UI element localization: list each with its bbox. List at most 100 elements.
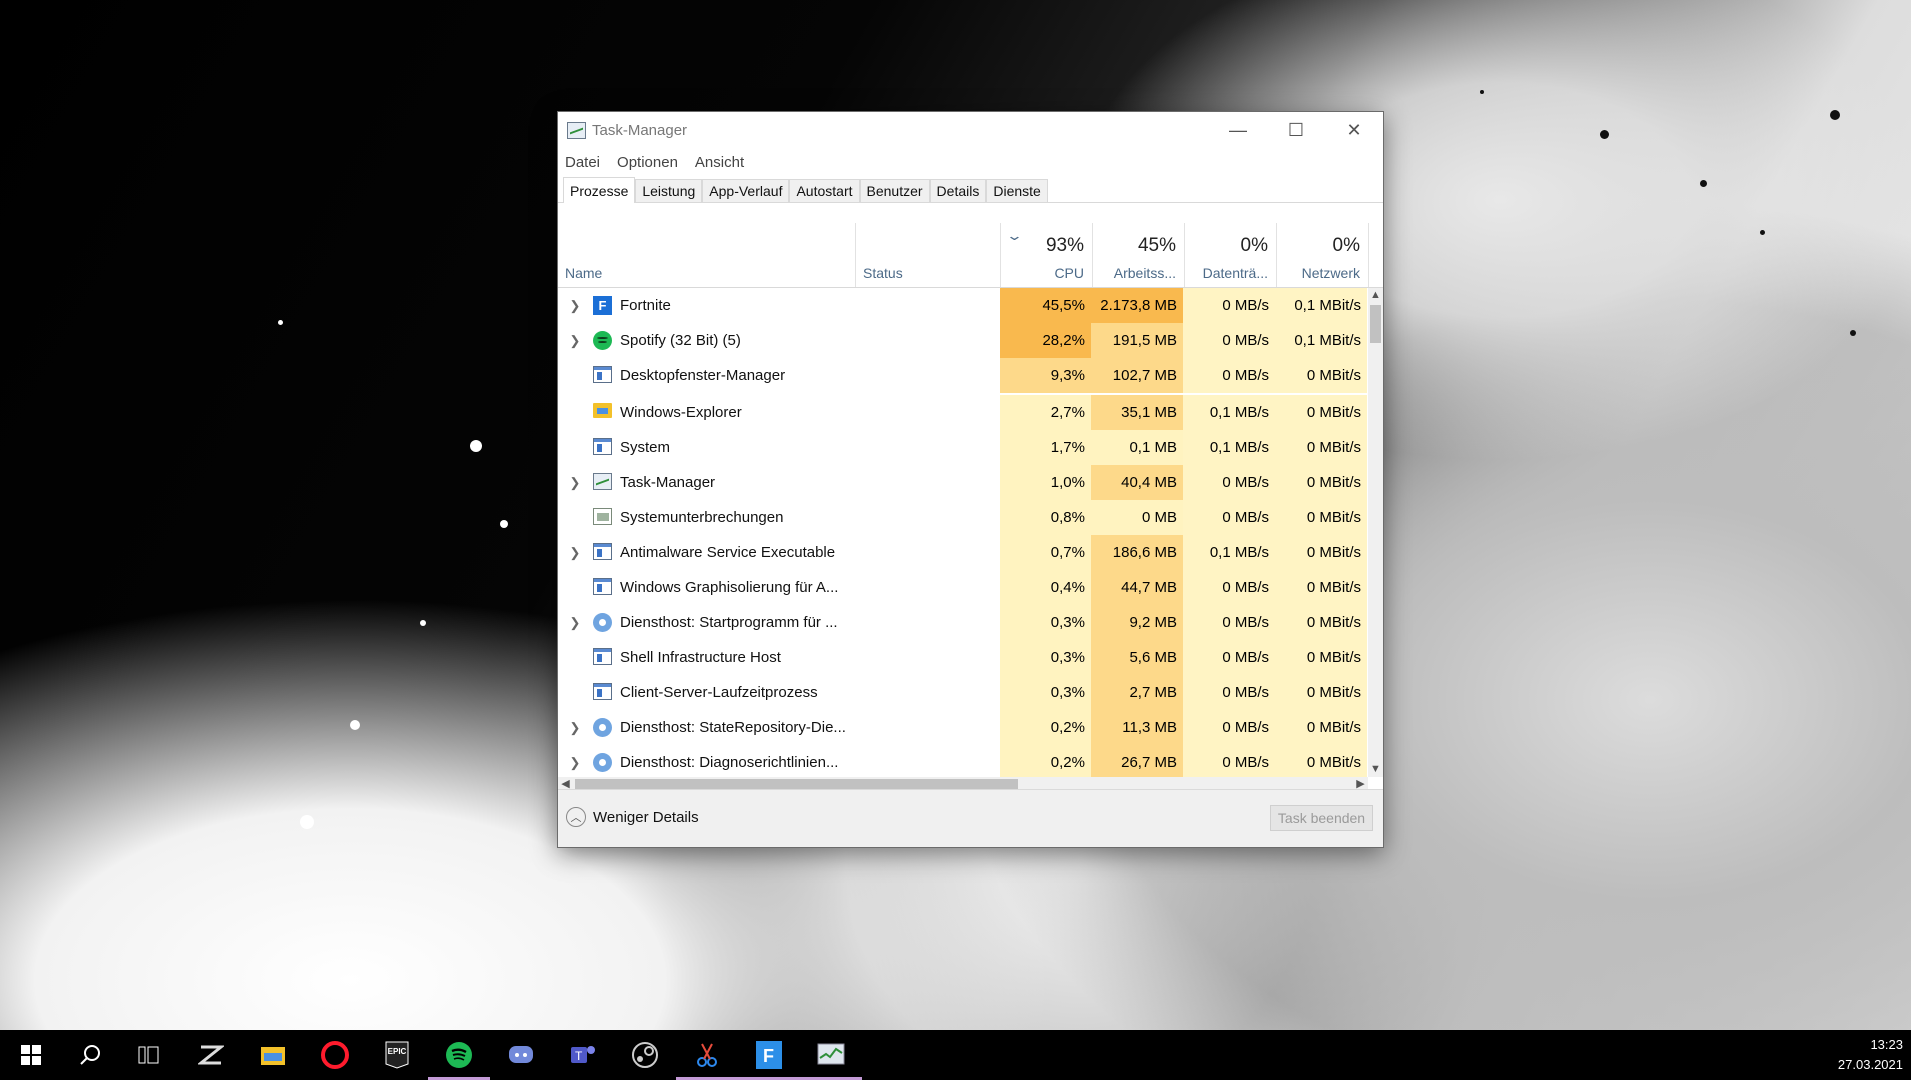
menu-datei[interactable]: Datei [565, 154, 600, 171]
search-icon[interactable] [59, 1030, 121, 1080]
discord-icon[interactable] [490, 1030, 552, 1080]
file-explorer-icon[interactable] [242, 1030, 304, 1080]
disk-value: 0 MB/s [1183, 640, 1275, 675]
row-spacer [558, 675, 592, 710]
row-spacer [558, 358, 592, 393]
column-network-label: Netzwerk [1301, 265, 1360, 281]
column-header-name[interactable]: Name [558, 223, 855, 287]
table-row[interactable]: ❯ Diensthost: StateRepository-Die... 0,2% 1… [558, 710, 1368, 745]
scroll-up-icon[interactable]: ▲ [1368, 288, 1383, 303]
memory-value: 186,6 MB [1091, 535, 1183, 570]
table-row[interactable]: ❯ F Fortnite 45,5% 2.173,8 MB 0 MB/s 0,1 MBit/… [558, 288, 1368, 323]
disk-value: 0 MB/s [1183, 605, 1275, 640]
task-view-icon[interactable] [118, 1030, 180, 1080]
opera-icon[interactable] [304, 1030, 366, 1080]
table-row[interactable]: ❯ Task-Manager 1,0% 40,4 MB 0 MB/s 0 MBit/s [558, 465, 1368, 500]
memory-value: 2,7 MB [1091, 675, 1183, 710]
process-table: Name Status ⌄ 93% CPU 45% Arbeitss... 0%… [558, 223, 1383, 777]
minimize-button[interactable]: — [1209, 112, 1267, 148]
table-row[interactable]: Shell Infrastructure Host 0,3% 5,6 MB 0 MB/… [558, 640, 1368, 675]
title-bar[interactable]: Task-Manager — ☐ ✕ [558, 112, 1383, 148]
memory-value: 40,4 MB [1091, 465, 1183, 500]
close-button[interactable]: ✕ [1325, 112, 1383, 148]
menu-optionen[interactable]: Optionen [617, 154, 678, 171]
vertical-scroll-thumb[interactable] [1370, 305, 1381, 343]
column-header-status[interactable]: Status [856, 223, 1000, 287]
steam-icon[interactable] [614, 1030, 676, 1080]
task-manager-taskbar-icon[interactable] [800, 1030, 862, 1080]
end-task-button[interactable]: Task beenden [1270, 805, 1373, 831]
system-clock[interactable]: 13:23 27.03.2021 [1838, 1035, 1903, 1075]
column-header-cpu[interactable]: ⌄ 93% CPU [1001, 223, 1092, 287]
less-details-button[interactable]: ︿ Weniger Details [566, 807, 699, 827]
expand-chevron-icon[interactable]: ❯ [558, 745, 592, 777]
epic-games-icon[interactable]: EPIC [366, 1030, 428, 1080]
table-header: Name Status ⌄ 93% CPU 45% Arbeitss... 0%… [558, 223, 1383, 288]
tab-prozesse[interactable]: Prozesse [563, 177, 636, 203]
spotify-taskbar-icon[interactable] [428, 1030, 490, 1080]
table-row[interactable]: Client-Server-Laufzeitprozess 0,3% 2,7 MB 0… [558, 675, 1368, 710]
memory-value: 44,7 MB [1091, 570, 1183, 605]
snipping-tool-icon[interactable] [676, 1030, 738, 1080]
gear-icon [593, 613, 612, 632]
expand-chevron-icon[interactable]: ❯ [558, 605, 592, 640]
row-spacer [558, 500, 592, 535]
memory-value: 5,6 MB [1091, 640, 1183, 675]
tab-app-verlauf[interactable]: App-Verlauf [702, 179, 790, 202]
cpu-value: 0,3% [1000, 640, 1091, 675]
column-header-disk[interactable]: 0% Datenträ... [1185, 223, 1276, 287]
table-row[interactable]: Windows Graphisolierung für A... 0,4% 44,7… [558, 570, 1368, 605]
column-header-memory[interactable]: 45% Arbeitss... [1093, 223, 1184, 287]
expand-chevron-icon[interactable]: ❯ [558, 710, 592, 745]
table-row[interactable]: ❯ Diensthost: Startprogramm für ... 0,3% 9,… [558, 605, 1368, 640]
table-row[interactable]: ❯ Antimalware Service Executable 0,7% 186,6… [558, 535, 1368, 570]
expand-chevron-icon[interactable]: ❯ [558, 465, 592, 500]
tab-autostart[interactable]: Autostart [789, 179, 860, 202]
svg-text:F: F [763, 1046, 774, 1066]
disk-value: 0 MB/s [1183, 465, 1275, 500]
chevron-up-icon: ︿ [566, 807, 586, 827]
scroll-down-icon[interactable]: ▼ [1368, 762, 1383, 777]
tab-details[interactable]: Details [929, 179, 987, 202]
expand-chevron-icon[interactable]: ❯ [558, 323, 592, 358]
app-icon[interactable] [180, 1030, 242, 1080]
menu-ansicht[interactable]: Ansicht [695, 154, 744, 171]
table-row[interactable]: ❯ Diensthost: Diagnoserichtlinien... 0,2% 2… [558, 745, 1368, 777]
process-name: Diensthost: StateRepository-Die... [620, 719, 846, 736]
teams-icon[interactable]: T [552, 1030, 614, 1080]
memory-value: 0,1 MB [1091, 430, 1183, 465]
column-status-label: Status [863, 265, 903, 281]
window-icon [593, 648, 612, 665]
tab-bar: Prozesse Leistung App-Verlauf Autostart … [558, 176, 1383, 203]
expand-chevron-icon[interactable]: ❯ [558, 535, 592, 570]
cpu-value: 0,8% [1000, 500, 1091, 535]
windows-start-icon[interactable] [0, 1030, 62, 1080]
disk-value: 0 MB/s [1183, 288, 1275, 323]
table-row[interactable]: Systemunterbrechungen 0,8% 0 MB 0 MB/s 0 MBi… [558, 500, 1368, 535]
network-value: 0 MBit/s [1275, 500, 1367, 535]
process-name: Diensthost: Diagnoserichtlinien... [620, 754, 839, 771]
network-value: 0 MBit/s [1275, 605, 1367, 640]
table-row[interactable]: System 1,7% 0,1 MB 0,1 MB/s 0 MBit/s [558, 430, 1368, 465]
maximize-button[interactable]: ☐ [1267, 112, 1325, 148]
memory-value: 0 MB [1091, 500, 1183, 535]
fortnite-icon: F [593, 296, 612, 315]
fortnite-taskbar-icon[interactable]: F [738, 1030, 800, 1080]
disk-value: 0 MB/s [1183, 500, 1275, 535]
tab-leistung[interactable]: Leistung [635, 179, 703, 202]
network-value: 0 MBit/s [1275, 358, 1367, 393]
process-list: ❯ F Fortnite 45,5% 2.173,8 MB 0 MB/s 0,1 MBit/… [558, 288, 1368, 777]
memory-total: 45% [1137, 235, 1176, 256]
vertical-scrollbar[interactable]: ▲ ▼ [1368, 288, 1383, 777]
table-row[interactable]: Windows-Explorer 2,7% 35,1 MB 0,1 MB/s 0 MBi… [558, 395, 1368, 430]
column-header-network[interactable]: 0% Netzwerk [1277, 223, 1368, 287]
network-value: 0 MBit/s [1275, 710, 1367, 745]
network-value: 0 MBit/s [1275, 640, 1367, 675]
tab-dienste[interactable]: Dienste [986, 179, 1048, 202]
table-row[interactable]: ❯ Spotify (32 Bit) (5) 28,2% 191,5 MB 0 MB/s… [558, 323, 1368, 358]
tab-benutzer[interactable]: Benutzer [859, 179, 930, 202]
table-row[interactable]: Desktopfenster-Manager 9,3% 102,7 MB 0 MB/s… [558, 358, 1368, 393]
expand-chevron-icon[interactable]: ❯ [558, 288, 592, 323]
task-manager-icon [567, 121, 586, 139]
process-name: Systemunterbrechungen [620, 509, 784, 526]
